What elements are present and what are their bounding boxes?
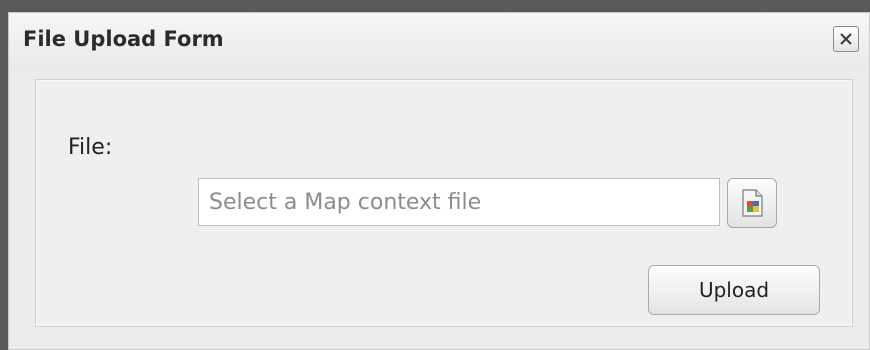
browse-file-button[interactable]	[727, 178, 777, 228]
form-panel: File: Upload	[35, 79, 853, 327]
file-upload-dialog: File Upload Form File: Upload	[8, 12, 870, 350]
dialog-titlebar[interactable]: File Upload Form	[9, 13, 869, 71]
dialog-title: File Upload Form	[23, 27, 224, 51]
close-icon	[840, 33, 852, 45]
file-path-input[interactable]	[198, 178, 720, 226]
close-button[interactable]	[833, 26, 859, 52]
file-label: File:	[68, 135, 113, 160]
file-browse-icon	[742, 189, 763, 217]
upload-button[interactable]: Upload	[648, 265, 820, 315]
